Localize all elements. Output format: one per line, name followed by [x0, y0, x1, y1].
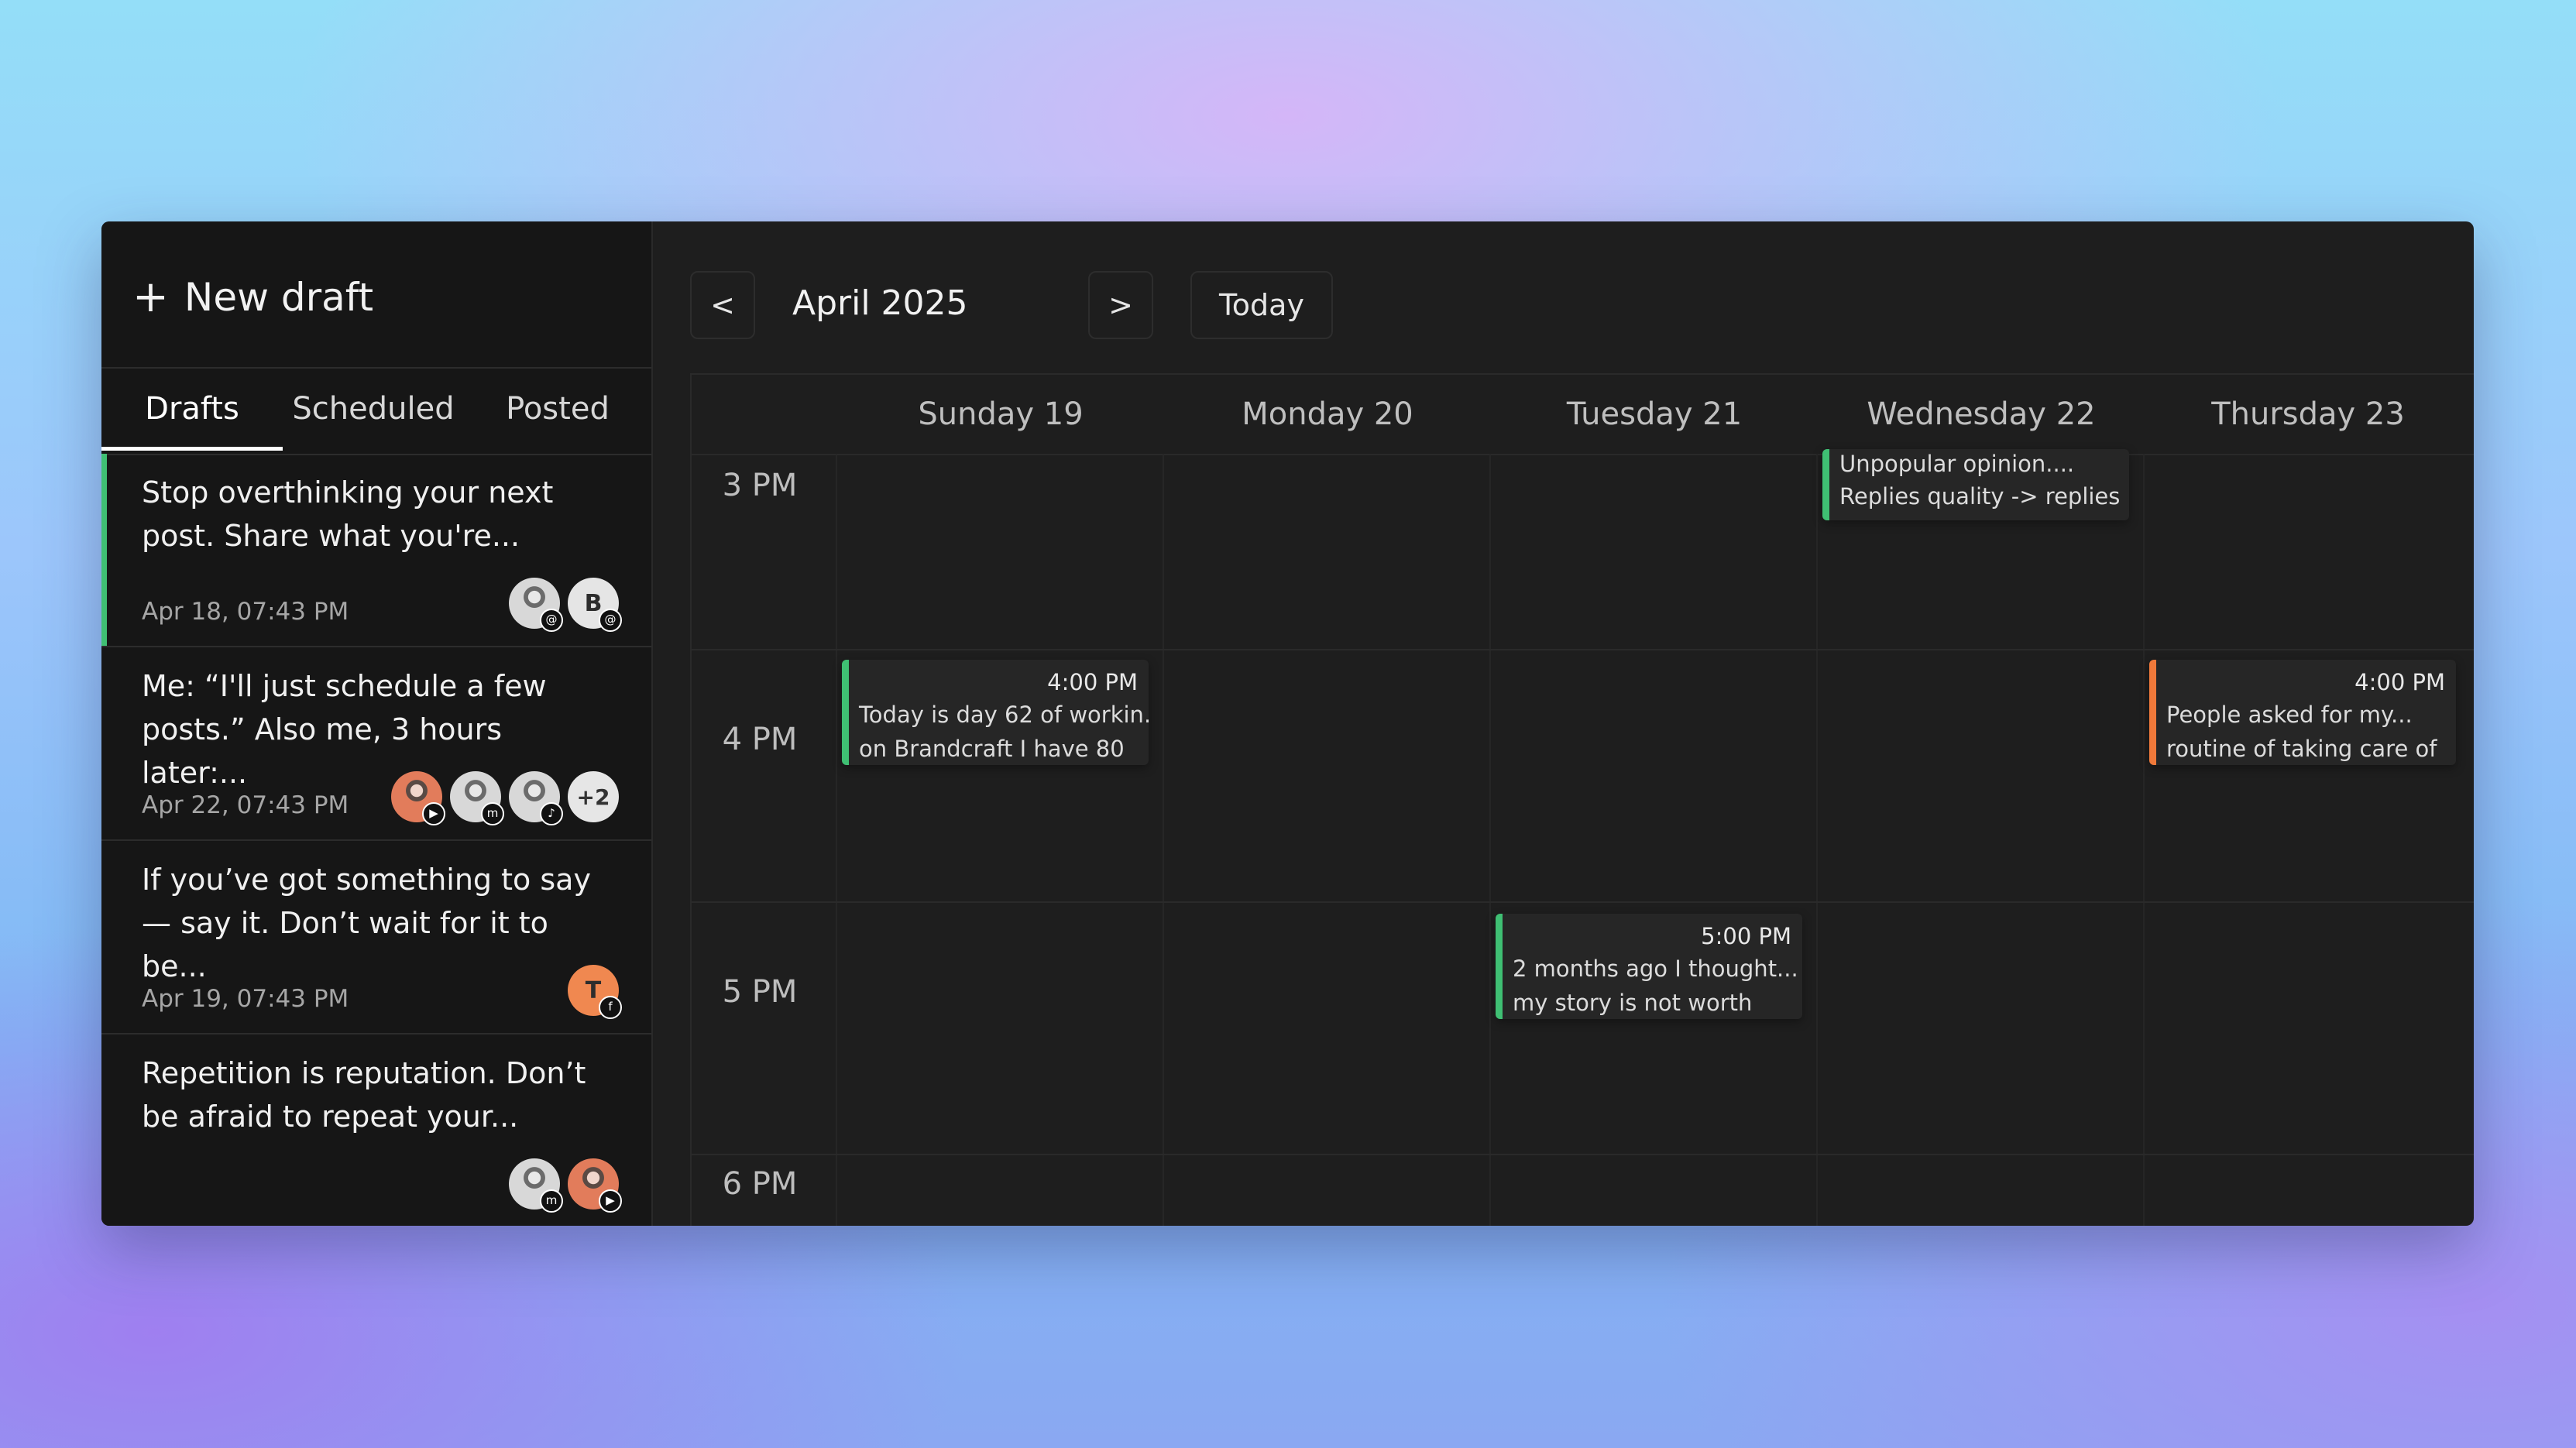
event-text: Replies quality -> replies — [1839, 483, 2121, 510]
day-header: Thursday 23 — [2211, 396, 2405, 432]
day-header: Sunday 19 — [918, 396, 1084, 432]
grid-line — [2143, 454, 2145, 1226]
draft-text: Stop overthinking your next post. Share … — [142, 475, 554, 553]
youtube-icon: ▶ — [599, 1189, 622, 1213]
draft-date: Apr 18, 07:43 PM — [142, 598, 349, 626]
post-tabs: Drafts Scheduled Posted — [101, 367, 651, 455]
avatar: ♪ — [509, 771, 563, 825]
day-header-row: Sunday 19 Monday 20 Tuesday 21 Wednesday… — [692, 375, 2474, 455]
mastodon-icon: m — [481, 802, 504, 825]
avatar: @ — [509, 578, 563, 632]
account-avatars: @ B @ — [509, 578, 622, 632]
prev-month-button[interactable]: < — [690, 271, 755, 339]
threads-icon: @ — [540, 609, 563, 632]
facebook-icon: f — [599, 996, 622, 1019]
time-label: 6 PM — [722, 1166, 798, 1202]
draft-card[interactable]: Repetition is reputation. Don’t be afrai… — [101, 1035, 651, 1226]
event-time: 4:00 PM — [1047, 669, 1138, 695]
calendar-event[interactable]: 5:00 PM 2 months ago I thought... my sto… — [1496, 914, 1802, 1019]
tab-drafts[interactable]: Drafts — [101, 369, 283, 451]
grid-line — [836, 454, 837, 1226]
avatar: m — [450, 771, 504, 825]
threads-icon: @ — [599, 609, 622, 632]
youtube-icon: ▶ — [422, 802, 445, 825]
day-header: Tuesday 21 — [1566, 396, 1743, 432]
next-month-button[interactable]: > — [1088, 271, 1153, 339]
time-label: 4 PM — [722, 722, 798, 757]
event-color-bar — [1822, 449, 1829, 520]
calendar-event[interactable]: 4:00 PM People asked for my... routine o… — [2149, 660, 2456, 765]
avatar-letter: B — [584, 589, 603, 617]
event-text: Unpopular opinion.... — [1839, 451, 2075, 477]
grid-line — [692, 1154, 2474, 1155]
account-avatars: m ▶ — [509, 1158, 622, 1213]
event-color-bar — [2149, 660, 2156, 765]
new-draft-label: New draft — [184, 275, 374, 320]
plus-icon: + — [132, 272, 169, 322]
calendar-panel: < April 2025 > Today Sunday 19 Monday 20… — [653, 221, 2474, 1226]
event-text: People asked for my... — [2166, 702, 2413, 728]
account-avatars: Tf — [568, 965, 622, 1019]
draft-card[interactable]: If you’ve got something to say — say it.… — [101, 841, 651, 1035]
day-header: Monday 20 — [1242, 396, 1413, 432]
draft-text: Repetition is reputation. Don’t be afrai… — [142, 1056, 586, 1134]
avatar: B @ — [568, 578, 622, 632]
avatar: m — [509, 1158, 563, 1213]
draft-date: Apr 19, 07:43 PM — [142, 985, 349, 1013]
avatar: Tf — [568, 965, 622, 1019]
calendar-toolbar: < April 2025 > Today — [653, 221, 2474, 373]
event-color-bar — [842, 660, 849, 765]
app-window: + New draft Drafts Scheduled Posted Stop… — [101, 221, 2474, 1226]
time-label: 3 PM — [722, 468, 798, 503]
time-label: 5 PM — [722, 974, 798, 1010]
event-text: my story is not worth — [1513, 990, 1753, 1016]
event-text: on Brandcraft I have 80 — [859, 736, 1125, 762]
draft-card[interactable]: Stop overthinking your next post. Share … — [101, 454, 651, 647]
account-avatars: ▶ m ♪ +2 — [391, 771, 619, 825]
event-time: 4:00 PM — [2354, 669, 2445, 695]
mastodon-icon: m — [540, 1189, 563, 1213]
event-text: Today is day 62 of workin... — [859, 702, 1149, 728]
grid-line — [1163, 454, 1164, 1226]
day-header: Wednesday 22 — [1867, 396, 2096, 432]
grid-line — [692, 649, 2474, 650]
more-accounts-badge: +2 — [568, 771, 619, 822]
event-text: 2 months ago I thought... — [1513, 956, 1798, 982]
tiktok-icon: ♪ — [540, 802, 563, 825]
today-button[interactable]: Today — [1190, 271, 1333, 339]
calendar-event[interactable]: Unpopular opinion.... Replies quality ->… — [1822, 449, 2129, 520]
draft-text: If you’ve got something to say — say it.… — [142, 863, 591, 983]
drafts-sidebar: + New draft Drafts Scheduled Posted Stop… — [101, 221, 653, 1226]
tab-scheduled[interactable]: Scheduled — [283, 369, 464, 451]
tab-posted[interactable]: Posted — [464, 369, 651, 451]
event-time: 5:00 PM — [1701, 923, 1791, 949]
avatar: ▶ — [568, 1158, 622, 1213]
draft-date: Apr 22, 07:43 PM — [142, 791, 349, 819]
week-grid: Sunday 19 Monday 20 Tuesday 21 Wednesday… — [690, 373, 2474, 1226]
new-draft-button[interactable]: + New draft — [132, 268, 373, 327]
event-text: routine of taking care of — [2166, 736, 2437, 762]
event-color-bar — [1496, 914, 1503, 1019]
calendar-event[interactable]: 4:00 PM Today is day 62 of workin... on … — [842, 660, 1149, 765]
draft-card[interactable]: Me: “I'll just schedule a few posts.” Al… — [101, 647, 651, 841]
avatar-letter: T — [585, 976, 602, 1004]
avatar: ▶ — [391, 771, 445, 825]
grid-line — [1816, 454, 1818, 1226]
grid-line — [692, 901, 2474, 903]
month-title: April 2025 — [792, 283, 968, 323]
grid-line — [1489, 454, 1491, 1226]
